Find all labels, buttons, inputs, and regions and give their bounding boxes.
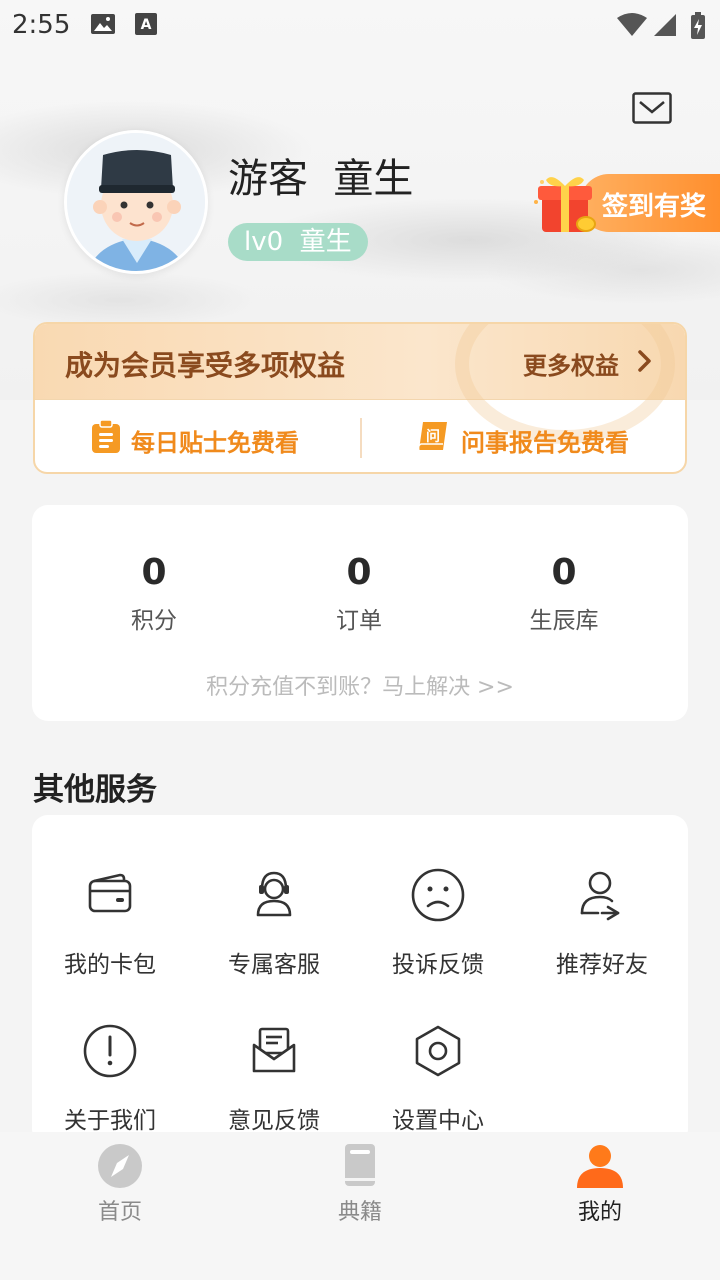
font-download-icon: A bbox=[135, 13, 157, 35]
member-card: 成为会员享受多项权益 更多权益 每日贴士免费看 问 问事报告免费看 bbox=[33, 322, 687, 474]
wallet-icon bbox=[88, 873, 132, 913]
share-user-icon bbox=[580, 871, 620, 921]
stat-points-label: 积分 bbox=[131, 608, 177, 634]
book-icon bbox=[345, 1144, 375, 1186]
perk-daily-tips-label: 每日贴士免费看 bbox=[131, 429, 299, 457]
nav-home[interactable]: 首页 bbox=[50, 1142, 190, 1226]
service-settings[interactable]: 设置中心 bbox=[368, 1023, 508, 1145]
nav-home-label: 首页 bbox=[97, 1200, 142, 1225]
gift-icon bbox=[534, 177, 596, 232]
battery-charging-icon bbox=[691, 12, 705, 39]
service-settings-label: 设置中心 bbox=[392, 1108, 484, 1134]
status-bar: 2:55 A bbox=[0, 0, 720, 50]
compass-icon bbox=[98, 1144, 142, 1188]
service-customer-support[interactable]: 专属客服 bbox=[204, 867, 344, 997]
perk-divider bbox=[360, 418, 362, 458]
perk-daily-tips[interactable]: 每日贴士免费看 bbox=[91, 420, 321, 457]
avatar[interactable] bbox=[64, 130, 208, 274]
perk-report-label: 问事报告免费看 bbox=[461, 429, 629, 457]
image-icon bbox=[91, 14, 115, 34]
service-complaint-label: 投诉反馈 bbox=[392, 952, 484, 978]
svg-text:问: 问 bbox=[426, 428, 440, 445]
user-icon bbox=[577, 1145, 623, 1188]
stats-card: 0 积分 0 订单 0 生辰库 积分充值不到账？马上解决 >> bbox=[32, 505, 688, 721]
wifi-icon bbox=[617, 13, 647, 36]
service-customer-support-label: 专属客服 bbox=[228, 952, 320, 978]
chevron-right-icon bbox=[638, 350, 651, 372]
stat-birthdates-value: 0 bbox=[551, 552, 577, 593]
nav-mine-label: 我的 bbox=[577, 1200, 622, 1225]
services-card: 我的卡包 专属客服 投诉反馈 推荐好友 关于我们 意见反馈 设置中心 bbox=[32, 815, 688, 1145]
checkin-label: 签到有奖 bbox=[602, 192, 707, 222]
bottom-nav: 首页 典籍 我的 bbox=[0, 1132, 720, 1280]
member-more-link[interactable]: 更多权益 bbox=[523, 346, 619, 381]
member-banner[interactable]: 成为会员享受多项权益 更多权益 bbox=[35, 324, 685, 444]
level-badge: lv0 童生 bbox=[228, 223, 368, 261]
stat-points[interactable]: 0 积分 bbox=[84, 551, 224, 635]
service-card-wallet[interactable]: 我的卡包 bbox=[40, 867, 180, 997]
status-time: 2:55 bbox=[12, 10, 71, 40]
scholar-avatar-icon bbox=[67, 133, 205, 271]
mail-button[interactable] bbox=[632, 92, 672, 124]
signal-icon bbox=[654, 14, 676, 36]
clipboard-icon bbox=[92, 420, 120, 453]
service-feedback[interactable]: 意见反馈 bbox=[204, 1023, 344, 1145]
member-title: 成为会员享受多项权益 bbox=[65, 349, 346, 382]
stat-birthdates-label: 生辰库 bbox=[529, 608, 599, 634]
stat-orders[interactable]: 0 订单 bbox=[289, 551, 429, 635]
service-about-us-label: 关于我们 bbox=[64, 1108, 156, 1134]
stat-orders-value: 0 bbox=[346, 552, 372, 593]
perk-report[interactable]: 问 问事报告免费看 bbox=[417, 420, 647, 457]
mail-open-icon bbox=[252, 1027, 296, 1073]
service-card-wallet-label: 我的卡包 bbox=[64, 952, 156, 978]
checkin-reward-button[interactable]: 签到有奖 bbox=[530, 170, 720, 232]
recharge-help-link[interactable]: 积分充值不到账？马上解决 >> bbox=[32, 669, 688, 701]
sad-face-icon bbox=[411, 868, 465, 922]
stat-birthdates[interactable]: 0 生辰库 bbox=[494, 551, 634, 635]
nav-mine[interactable]: 我的 bbox=[530, 1142, 670, 1226]
service-refer-friend-label: 推荐好友 bbox=[556, 952, 648, 978]
info-alert-icon bbox=[83, 1024, 137, 1078]
headset-user-icon bbox=[256, 871, 292, 917]
scroll-icon: 问 bbox=[417, 422, 447, 451]
services-title: 其他服务 bbox=[33, 772, 157, 808]
settings-hex-icon bbox=[415, 1025, 461, 1077]
svg-text:A: A bbox=[141, 17, 152, 33]
user-name: 游客 童生 bbox=[228, 156, 414, 202]
stat-orders-label: 订单 bbox=[336, 608, 382, 634]
nav-classics-label: 典籍 bbox=[337, 1200, 382, 1225]
nav-classics[interactable]: 典籍 bbox=[290, 1142, 430, 1226]
service-feedback-label: 意见反馈 bbox=[228, 1108, 320, 1134]
service-about-us[interactable]: 关于我们 bbox=[40, 1023, 180, 1145]
service-complaint[interactable]: 投诉反馈 bbox=[368, 867, 508, 997]
service-refer-friend[interactable]: 推荐好友 bbox=[532, 867, 672, 997]
stat-points-value: 0 bbox=[141, 552, 167, 593]
